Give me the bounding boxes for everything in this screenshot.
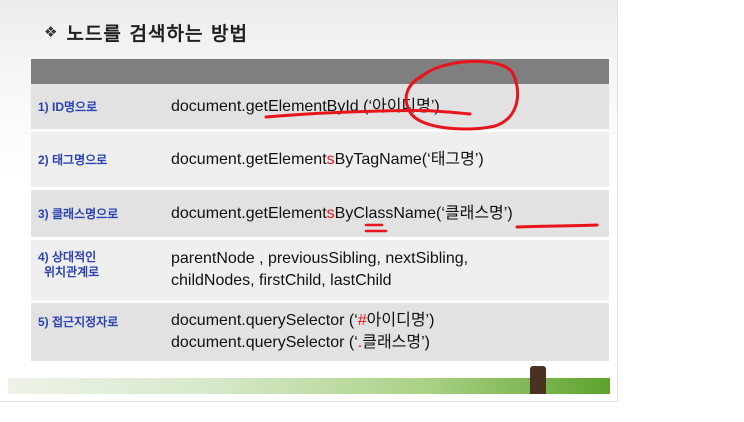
code-line: document.getElementsByClassName(‘클래스명’): [171, 203, 609, 225]
code-text: document.getElementById (‘아이디명’): [171, 97, 440, 115]
code-highlight: s: [326, 150, 335, 168]
code-text: document.getElement: [171, 204, 327, 222]
row-label-line: 위치관계로: [44, 265, 100, 279]
code-line: parentNode , previousSibling, nextSiblin…: [171, 248, 609, 270]
code-line: document.getElementById (‘아이디명’): [171, 96, 609, 118]
code-highlight: s: [326, 204, 335, 222]
decorative-bottom-band: [8, 378, 610, 394]
code-text: childNodes, firstChild, lastChild: [171, 272, 392, 289]
table-row: 4) 상대적인 위치관계로 parentNode , previousSibli…: [31, 240, 609, 300]
row-code: document.querySelector (‘#아이디명’) documen…: [163, 310, 609, 354]
row-label: 4) 상대적인 위치관계로: [31, 240, 163, 300]
code-text: ByTagName(‘태그명’): [334, 150, 484, 168]
code-line: document.querySelector (‘#아이디명’): [171, 310, 609, 332]
row-label: 5) 접근지정자로: [38, 315, 119, 329]
tree-trunk-decoration: [530, 366, 546, 394]
row-label-line: 4) 상대적인: [38, 250, 97, 264]
code-line: document.getElementsByTagName(‘태그명’): [171, 149, 609, 171]
table-row: 2) 태그명으로 document.getElementsByTagName(‘…: [31, 132, 609, 187]
slide-title-text: 노드를 검색하는 방법: [66, 22, 249, 45]
code-text: parentNode , previousSibling, nextSiblin…: [171, 250, 469, 267]
table-row: 5) 접근지정자로 document.querySelector (‘#아이디명…: [31, 303, 609, 361]
slide-title: ❖ 노드를 검색하는 방법: [44, 17, 248, 47]
row-code: document.getElementById (‘아이디명’): [163, 96, 609, 118]
row-code: parentNode , previousSibling, nextSiblin…: [163, 248, 609, 292]
row-code: document.getElementsByTagName(‘태그명’): [163, 149, 609, 171]
code-line: childNodes, firstChild, lastChild: [171, 270, 609, 292]
code-text: ByClassName(‘클래스명’): [334, 204, 513, 222]
row-label: 3) 클래스명으로: [38, 207, 119, 221]
code-highlight: #: [357, 312, 367, 329]
code-text: document.getElement: [171, 150, 327, 168]
methods-table: 1) ID명으로 document.getElementById (‘아이디명’…: [31, 59, 609, 361]
row-code: document.getElementsByClassName(‘클래스명’): [163, 203, 609, 225]
slide: ❖ 노드를 검색하는 방법 1) ID명으로 document.getEleme…: [0, 0, 618, 402]
code-text: 클래스명’): [362, 334, 430, 351]
table-row: 3) 클래스명으로 document.getElementsByClassNam…: [31, 190, 609, 237]
table-row: 1) ID명으로 document.getElementById (‘아이디명’…: [31, 84, 609, 129]
code-text: document.querySelector (‘: [171, 312, 358, 329]
code-line: document.querySelector (‘.클래스명’): [171, 332, 609, 354]
row-label: 2) 태그명으로: [38, 153, 108, 167]
code-text: document.querySelector (‘: [171, 334, 358, 351]
code-text: 아이디명’): [366, 312, 435, 329]
row-label: 1) ID명으로: [38, 100, 98, 114]
diamond-bullet-icon: ❖: [44, 23, 59, 41]
table-header-bar: [31, 59, 609, 84]
